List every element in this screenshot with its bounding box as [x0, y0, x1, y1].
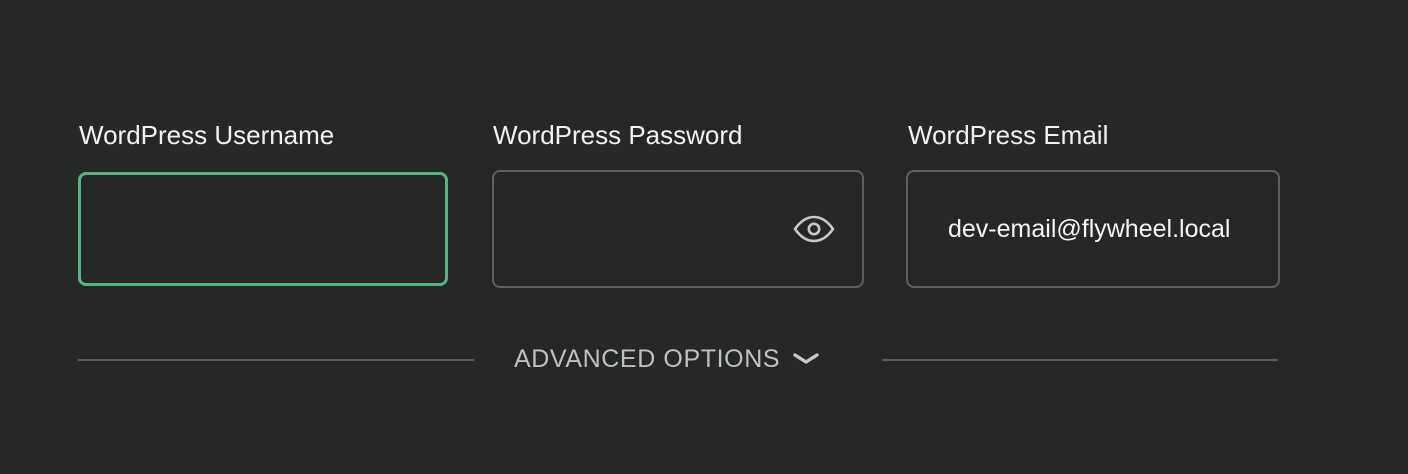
username-field[interactable] — [78, 172, 448, 286]
divider-right — [882, 359, 1278, 361]
wordpress-credentials-form: WordPress Username WordPress Password Wo… — [0, 0, 1408, 474]
advanced-options-toggle[interactable]: ADVANCED OPTIONS — [514, 340, 820, 378]
password-label: WordPress Password — [493, 120, 743, 150]
username-label: WordPress Username — [79, 120, 335, 150]
divider-left — [78, 359, 474, 361]
eye-icon[interactable] — [792, 214, 836, 244]
email-input[interactable] — [908, 172, 1278, 286]
password-field[interactable] — [492, 170, 864, 288]
username-input[interactable] — [81, 175, 445, 283]
email-field[interactable] — [906, 170, 1280, 288]
chevron-down-icon — [793, 353, 819, 364]
advanced-options-label: ADVANCED OPTIONS — [514, 344, 781, 373]
email-label: WordPress Email — [908, 120, 1109, 150]
